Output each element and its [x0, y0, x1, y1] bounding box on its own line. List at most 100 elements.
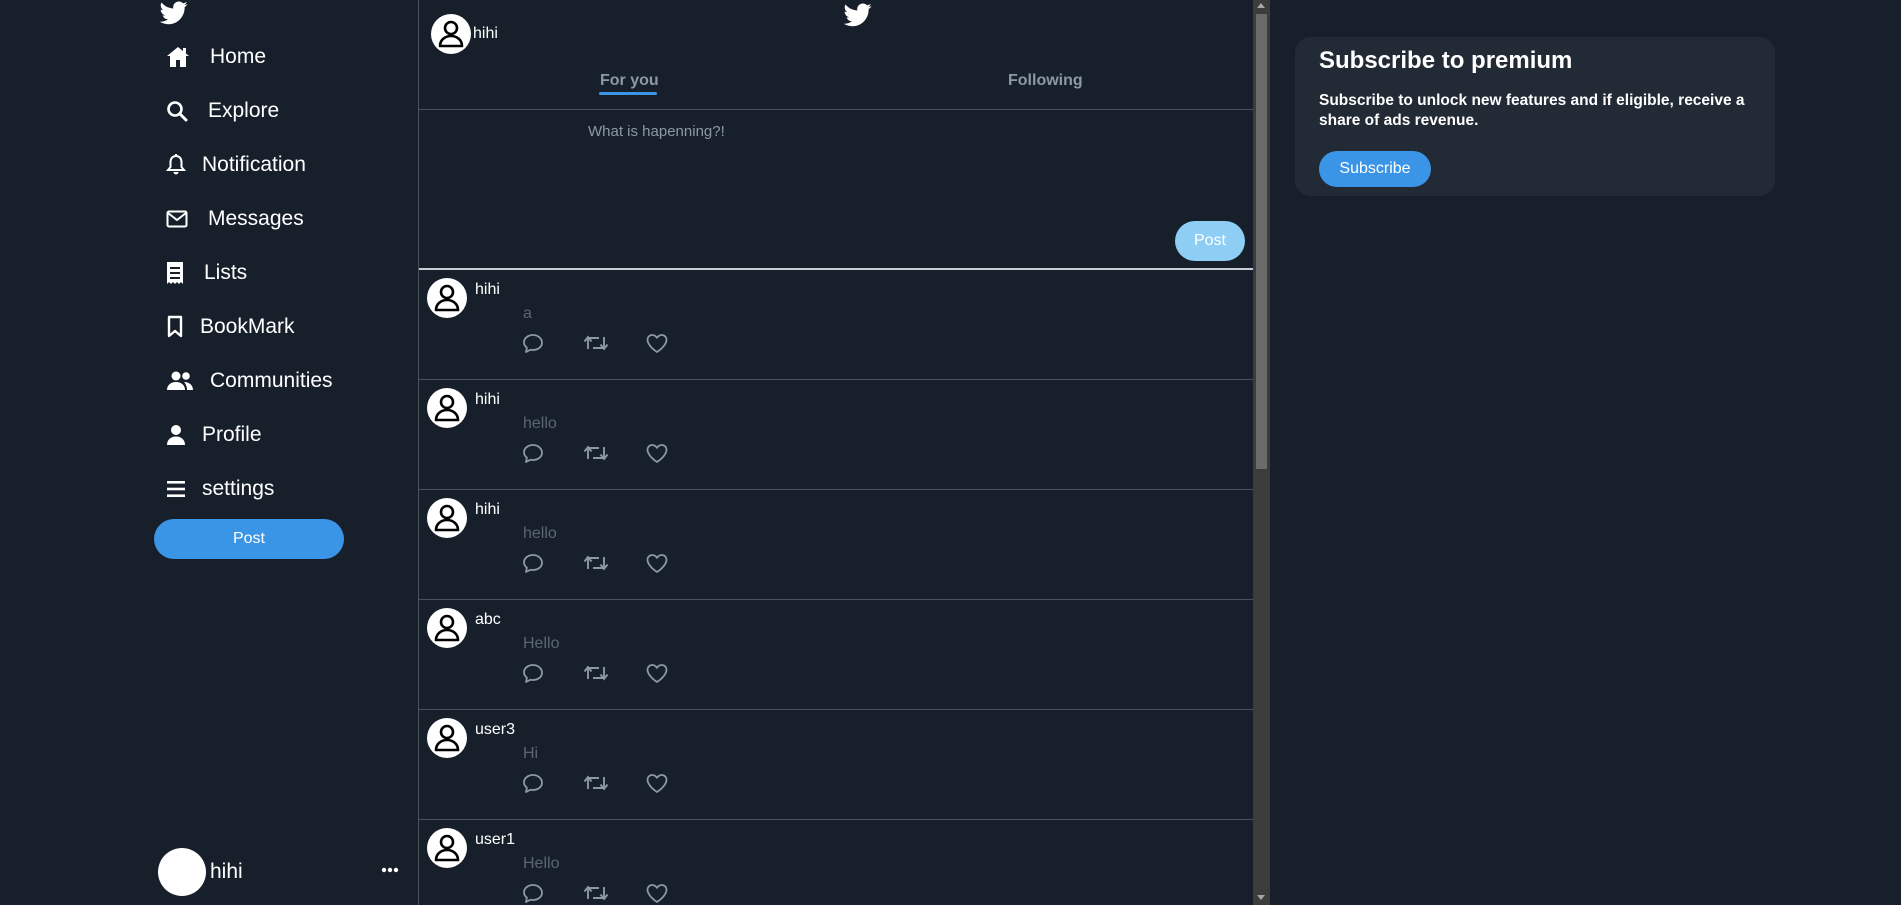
- premium-description: Subscribe to unlock new features and if …: [1319, 92, 1745, 129]
- heart-icon[interactable]: [645, 552, 707, 576]
- sidebar-item-label: BookMark: [200, 315, 295, 338]
- sidebar-item-profile[interactable]: Profile: [166, 415, 262, 455]
- avatar[interactable]: [427, 388, 467, 428]
- post-actions: [521, 772, 707, 796]
- feed-scrollbar[interactable]: [1253, 0, 1270, 905]
- bookmark-icon: [166, 315, 200, 339]
- post-username[interactable]: user3: [475, 721, 515, 739]
- bell-icon: [166, 154, 200, 176]
- tab-for-you[interactable]: For you: [600, 72, 659, 90]
- sidebar-item-home[interactable]: Home: [166, 37, 266, 77]
- post-item[interactable]: hihi hello: [419, 490, 1254, 600]
- heart-icon[interactable]: [645, 332, 707, 356]
- post-actions: [521, 442, 707, 466]
- post-text: Hello: [523, 855, 560, 872]
- user-avatar-icon: [434, 394, 460, 422]
- scrollbar-thumb[interactable]: [1256, 14, 1267, 469]
- heart-icon[interactable]: [645, 882, 707, 905]
- sidebar-item-label: Home: [210, 45, 267, 68]
- sidebar-item-messages[interactable]: Messages: [166, 199, 304, 239]
- post-item[interactable]: hihi a: [419, 270, 1254, 380]
- comment-icon[interactable]: [521, 552, 583, 576]
- sidebar-item-label: Messages: [208, 207, 304, 230]
- list-icon: [166, 261, 200, 285]
- avatar[interactable]: [427, 828, 467, 868]
- avatar: [431, 14, 471, 54]
- post-username[interactable]: abc: [475, 611, 501, 629]
- avatar[interactable]: [427, 608, 467, 648]
- post-list: hihi a hihi hello hihi hello abc Hello u…: [419, 270, 1254, 905]
- post-actions: [521, 662, 707, 686]
- subscribe-button[interactable]: Subscribe: [1319, 151, 1431, 187]
- comment-icon[interactable]: [521, 442, 583, 466]
- post-username[interactable]: user1: [475, 831, 515, 849]
- sidebar-item-label: Explore: [208, 99, 280, 122]
- user-icon: [166, 424, 200, 446]
- comment-icon[interactable]: [521, 332, 583, 356]
- premium-card: Subscribe to premium Subscribe to unlock…: [1295, 37, 1775, 196]
- search-icon: [166, 100, 200, 122]
- more-dots-icon[interactable]: [380, 864, 400, 876]
- retweet-icon[interactable]: [583, 772, 645, 796]
- account-switcher[interactable]: hihi: [158, 848, 408, 896]
- heart-icon[interactable]: [645, 442, 707, 466]
- twitter-bird-icon[interactable]: [160, 1, 188, 25]
- post-item[interactable]: hihi hello: [419, 380, 1254, 490]
- compose-post-button[interactable]: Post: [1175, 221, 1245, 261]
- post-text: Hello: [523, 635, 560, 652]
- user-avatar-icon: [438, 20, 464, 48]
- post-username[interactable]: hihi: [475, 281, 500, 299]
- comment-icon[interactable]: [521, 662, 583, 686]
- retweet-icon[interactable]: [583, 332, 645, 356]
- user-avatar-icon: [434, 834, 460, 862]
- avatar[interactable]: [427, 278, 467, 318]
- post-username[interactable]: hihi: [475, 391, 500, 409]
- avatar[interactable]: [427, 498, 467, 538]
- heart-icon[interactable]: [645, 662, 707, 686]
- post-item[interactable]: user1 Hello: [419, 820, 1254, 905]
- sidebar-item-notification[interactable]: Notification: [166, 145, 306, 185]
- twitter-bird-icon[interactable]: [844, 3, 872, 27]
- home-icon: [166, 46, 200, 68]
- post-text: hello: [523, 415, 557, 432]
- retweet-icon[interactable]: [583, 882, 645, 905]
- sidebar-item-communities[interactable]: Communities: [166, 361, 333, 401]
- post-text: hello: [523, 525, 557, 542]
- header-username: hihi: [473, 25, 498, 42]
- envelope-icon: [166, 210, 200, 228]
- user-avatar-icon: [434, 284, 460, 312]
- sidebar-item-bookmark[interactable]: BookMark: [166, 307, 295, 347]
- main-feed: hihi For you Following Post hihi a hihi …: [418, 0, 1254, 905]
- sidebar-item-settings[interactable]: settings: [166, 469, 274, 509]
- sidebar-item-label: Profile: [202, 423, 262, 446]
- sidebar-item-explore[interactable]: Explore: [166, 91, 279, 131]
- retweet-icon[interactable]: [583, 662, 645, 686]
- user-avatar-icon: [434, 504, 460, 532]
- heart-icon[interactable]: [645, 772, 707, 796]
- sidebar-item-label: Notification: [202, 153, 306, 176]
- retweet-icon[interactable]: [583, 552, 645, 576]
- post-actions: [521, 882, 707, 905]
- post-username[interactable]: hihi: [475, 501, 500, 519]
- menu-icon: [166, 480, 200, 498]
- users-icon: [166, 370, 210, 392]
- avatar[interactable]: [427, 718, 467, 758]
- scroll-down-arrow-icon[interactable]: [1257, 895, 1265, 900]
- post-item[interactable]: abc Hello: [419, 600, 1254, 710]
- avatar: [158, 848, 206, 896]
- compose-input[interactable]: [586, 112, 1190, 150]
- post-item[interactable]: user3 Hi: [419, 710, 1254, 820]
- post-button[interactable]: Post: [154, 519, 344, 559]
- header-user[interactable]: hihi: [431, 14, 498, 54]
- retweet-icon[interactable]: [583, 442, 645, 466]
- sidebar-item-label: Communities: [210, 369, 333, 392]
- tab-following[interactable]: Following: [1008, 72, 1083, 90]
- post-actions: [521, 332, 707, 356]
- divider: [419, 109, 1254, 110]
- sidebar-item-label: Lists: [204, 261, 248, 284]
- comment-icon[interactable]: [521, 882, 583, 905]
- sidebar-item-lists[interactable]: Lists: [166, 253, 247, 293]
- scroll-up-arrow-icon[interactable]: [1257, 3, 1265, 8]
- comment-icon[interactable]: [521, 772, 583, 796]
- user-avatar-icon: [434, 614, 460, 642]
